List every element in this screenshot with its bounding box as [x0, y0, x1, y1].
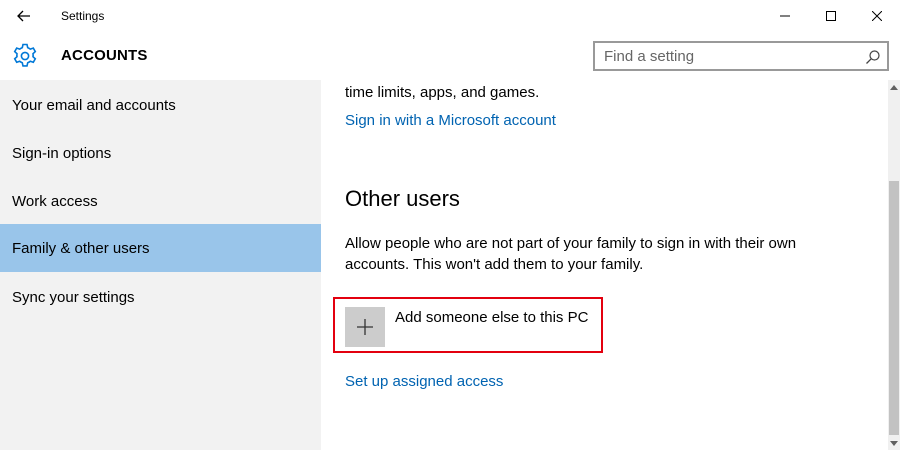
page-title: ACCOUNTS [61, 47, 148, 64]
maximize-button[interactable] [808, 0, 854, 32]
add-someone-button[interactable]: Add someone else to this PC [333, 297, 603, 353]
plus-icon [357, 319, 373, 335]
assigned-access-link[interactable]: Set up assigned access [345, 373, 503, 390]
app-header: ACCOUNTS [0, 32, 900, 80]
close-button[interactable] [854, 0, 900, 32]
sidebar-item-sign-in-options[interactable]: Sign-in options [0, 129, 321, 177]
add-someone-label: Add someone else to this PC [395, 309, 589, 326]
back-arrow-icon [17, 10, 30, 22]
maximize-icon [826, 11, 836, 21]
gear-icon [13, 43, 37, 67]
scroll-down-button[interactable] [888, 436, 900, 450]
search-icon[interactable] [865, 49, 881, 65]
family-description-tail: time limits, apps, and games. [345, 84, 540, 101]
sidebar-item-email-accounts[interactable]: Your email and accounts [0, 81, 321, 129]
scrollbar[interactable] [888, 80, 900, 450]
sidebar-item-family-other-users[interactable]: Family & other users [0, 224, 321, 272]
chevron-down-icon [890, 440, 898, 446]
sign-in-microsoft-link[interactable]: Sign in with a Microsoft account [345, 112, 556, 129]
back-button[interactable] [8, 0, 40, 32]
search-box[interactable] [593, 41, 889, 71]
content-pane: time limits, apps, and games. Sign in wi… [321, 80, 888, 450]
close-icon [872, 11, 882, 21]
other-users-heading: Other users [345, 186, 460, 211]
minimize-icon [780, 15, 790, 17]
title-bar: Settings [0, 0, 900, 32]
window-title: Settings [61, 9, 105, 23]
scroll-thumb[interactable] [889, 181, 899, 435]
add-icon-tile [345, 307, 385, 347]
chevron-up-icon [890, 84, 898, 90]
minimize-button[interactable] [762, 0, 808, 32]
sidebar: Your email and accounts Sign-in options … [0, 80, 321, 450]
other-users-description: Allow people who are not part of your fa… [345, 235, 797, 273]
sidebar-item-sync-settings[interactable]: Sync your settings [0, 273, 321, 321]
sidebar-item-work-access[interactable]: Work access [0, 177, 321, 225]
search-input[interactable] [595, 43, 845, 69]
scroll-up-button[interactable] [888, 80, 900, 94]
